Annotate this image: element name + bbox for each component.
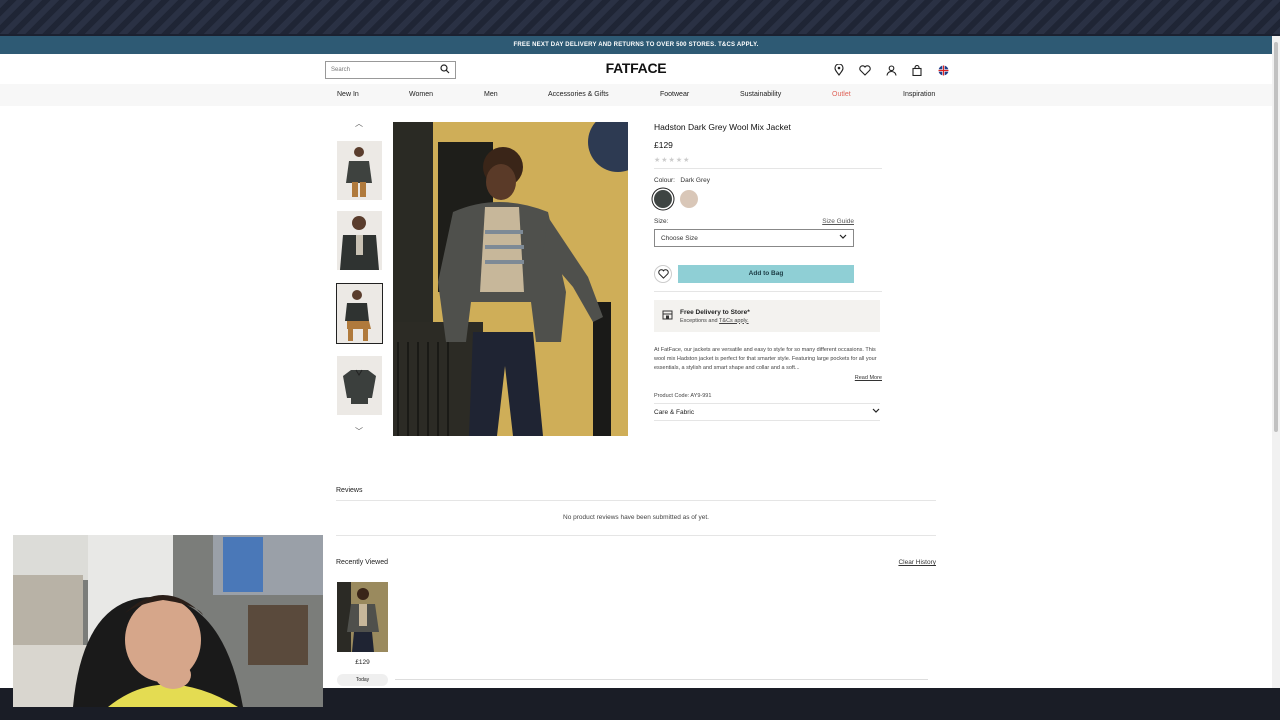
colour-value: Dark Grey <box>680 177 711 184</box>
product-thumbnail-4[interactable] <box>337 356 382 415</box>
delivery-subtext-a: Exceptions and <box>680 317 718 324</box>
promo-banner[interactable]: FREE NEXT DAY DELIVERY AND RETURNS TO OV… <box>0 36 1272 54</box>
size-row: Size: Size Guide <box>654 218 854 225</box>
divider <box>336 535 936 536</box>
no-reviews-message: No product reviews have been submitted a… <box>563 514 709 521</box>
recently-viewed-item-price: £129 <box>355 659 370 666</box>
heart-icon <box>657 269 669 279</box>
rating-stars: ★★★★★ <box>654 157 691 164</box>
size-label: Size: <box>654 218 669 225</box>
account-icon[interactable] <box>884 63 898 77</box>
size-guide-link[interactable]: Size Guide <box>822 218 854 225</box>
bag-icon[interactable] <box>910 63 924 77</box>
background-top <box>0 0 1280 34</box>
chevron-down-icon <box>872 408 880 416</box>
nav-accessories-gifts[interactable]: Accessories & Gifts <box>548 84 609 106</box>
size-select[interactable]: Choose Size <box>654 229 854 247</box>
care-fabric-label: Care & Fabric <box>654 408 695 416</box>
care-fabric-accordion[interactable]: Care & Fabric <box>654 403 880 421</box>
product-description: At FatFace, our jackets are versatile an… <box>654 347 877 371</box>
product-info: Hadston Dark Grey Wool Mix Jacket £129 ★… <box>654 122 882 421</box>
nav-women[interactable]: Women <box>409 84 433 106</box>
add-to-bag-button[interactable]: Add to Bag <box>678 265 854 283</box>
product-code: Product Code: AY9-991 <box>654 393 712 399</box>
recently-viewed-item-image[interactable] <box>337 582 388 652</box>
product-thumbnail-2[interactable] <box>337 211 382 270</box>
delivery-subtext: Exceptions and T&Cs apply. <box>680 318 750 324</box>
delivery-info: Free Delivery to Store* Exceptions and T… <box>654 300 880 332</box>
chevron-down-icon <box>839 234 847 242</box>
timeline-today-badge: Today <box>337 674 388 686</box>
product-title: Hadston Dark Grey Wool Mix Jacket <box>654 122 791 132</box>
scrollbar-thumb[interactable] <box>1274 42 1278 432</box>
divider <box>654 291 882 292</box>
swatch-oatmeal[interactable] <box>680 190 698 208</box>
thumbnail-down-arrow[interactable]: ﹀ <box>336 426 382 437</box>
delivery-title: Free Delivery to Store* <box>680 308 750 316</box>
swatch-dark-grey[interactable] <box>654 190 672 208</box>
recently-viewed-heading: Recently Viewed <box>336 559 389 566</box>
divider <box>336 500 936 501</box>
product-thumbnail-3[interactable] <box>336 283 383 344</box>
timeline-line <box>395 679 928 680</box>
nav-men[interactable]: Men <box>484 84 498 106</box>
divider <box>654 168 882 169</box>
tcs-link[interactable]: T&Cs apply. <box>719 318 749 324</box>
uk-flag-icon[interactable] <box>936 63 950 77</box>
nav-outlet[interactable]: Outlet <box>832 84 851 106</box>
size-select-value: Choose Size <box>661 234 698 242</box>
nav-inspiration[interactable]: Inspiration <box>903 84 935 106</box>
add-to-bag-row: Add to Bag <box>654 265 882 283</box>
reviews-heading: Reviews <box>336 487 363 494</box>
search-icon[interactable] <box>440 61 450 79</box>
search-input[interactable]: Search <box>325 61 456 79</box>
product-thumbnail-1[interactable] <box>337 141 382 200</box>
product-main-image[interactable] <box>393 122 628 436</box>
nav-footwear[interactable]: Footwear <box>660 84 689 106</box>
store-icon <box>662 307 673 325</box>
colour-label: Colour: <box>654 177 675 184</box>
location-pin-icon[interactable] <box>832 63 846 77</box>
nav-sustainability[interactable]: Sustainability <box>740 84 781 106</box>
site-logo[interactable]: FATFACE <box>596 60 676 76</box>
header-icons <box>832 63 950 77</box>
clear-history-link[interactable]: Clear History <box>880 559 936 566</box>
heart-icon[interactable] <box>858 63 872 77</box>
page-scrollbar[interactable] <box>1272 36 1280 688</box>
webcam-overlay <box>13 535 323 707</box>
search-placeholder: Search <box>331 67 351 73</box>
nav-new-in[interactable]: New In <box>337 84 359 106</box>
product-price: £129 <box>654 140 673 150</box>
thumbnail-up-arrow[interactable]: ︿ <box>336 118 382 129</box>
read-more-link[interactable]: Read More <box>654 375 882 381</box>
wishlist-button[interactable] <box>654 265 672 283</box>
colour-row: Colour: Dark Grey <box>654 177 882 184</box>
main-nav: New In Women Men Accessories & Gifts Foo… <box>0 84 1272 106</box>
colour-swatches <box>654 190 882 208</box>
